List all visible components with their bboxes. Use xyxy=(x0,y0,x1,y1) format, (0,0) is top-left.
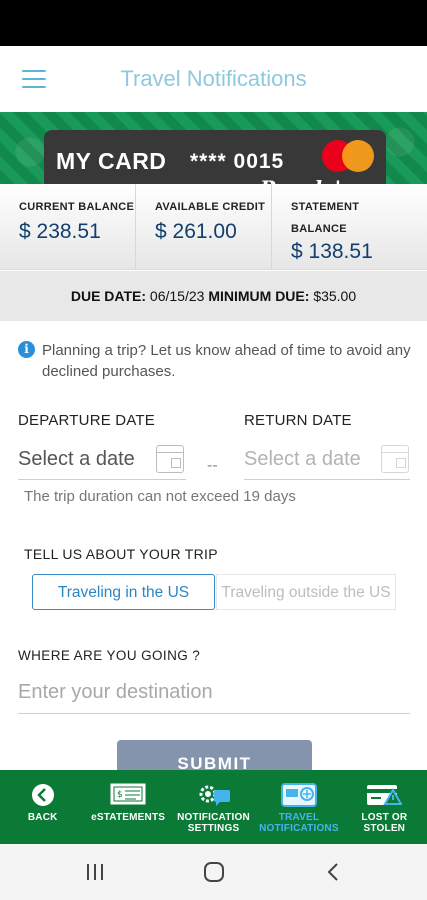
departure-calendar-icon[interactable] xyxy=(156,445,184,473)
info-text: Planning a trip? Let us know ahead of ti… xyxy=(42,342,411,380)
available-credit-label: AVAILABLE CREDIT xyxy=(155,201,266,213)
trip-type-label: TELL US ABOUT YOUR TRIP xyxy=(24,546,218,562)
nav-notification-settings-label: NOTIFICATION SETTINGS xyxy=(177,812,250,834)
nav-travel-notifications[interactable]: TRAVEL NOTIFICATIONS xyxy=(256,770,341,844)
balance-summary: CURRENT BALANCE $ 238.51 AVAILABLE CREDI… xyxy=(0,184,427,270)
nav-back-label: BACK xyxy=(27,812,58,823)
credit-card-image: MY CARD **** 0015 People's xyxy=(44,130,386,184)
back-nav-icon[interactable] xyxy=(325,862,341,882)
current-balance-label: CURRENT BALANCE xyxy=(19,201,135,213)
nav-back[interactable]: BACK xyxy=(0,770,85,844)
current-balance-value: $ 238.51 xyxy=(19,220,101,243)
statement-icon: $ xyxy=(110,783,146,805)
card-number: **** 0015 xyxy=(190,150,285,173)
info-message: i Planning a trip? Let us know ahead of … xyxy=(18,340,413,382)
minimum-due-label: MINIMUM DUE: xyxy=(208,288,310,304)
traveling-in-us-option[interactable]: Traveling in the US xyxy=(32,574,215,610)
system-navigation-bar xyxy=(0,844,427,900)
status-bar xyxy=(0,0,427,46)
destination-label: WHERE ARE YOU GOING ? xyxy=(18,648,201,663)
destination-input[interactable] xyxy=(18,672,410,714)
statement-balance-value: $ 138.51 xyxy=(291,240,373,263)
nav-lost-or-stolen-label: LOST OR STOLEN xyxy=(361,812,408,834)
nav-travel-notifications-label: TRAVEL NOTIFICATIONS xyxy=(259,812,339,834)
due-date-label: DUE DATE: xyxy=(70,288,147,304)
nav-estatements[interactable]: $ eSTATEMENTS xyxy=(85,770,170,844)
minimum-due-value: $35.00 xyxy=(313,288,357,304)
svg-text:$: $ xyxy=(117,790,123,800)
card-name: MY CARD xyxy=(56,148,167,174)
app-header: Travel Notifications xyxy=(0,46,427,112)
statement-balance: STATEMENT BALANCE $ 138.51 xyxy=(271,184,427,269)
nav-notification-settings[interactable]: NOTIFICATION SETTINGS xyxy=(171,770,256,844)
available-credit-value: $ 261.00 xyxy=(155,220,237,243)
nav-lost-or-stolen[interactable]: LOST OR STOLEN xyxy=(342,770,427,844)
nav-estatements-label: eSTATEMENTS xyxy=(91,812,166,823)
available-credit: AVAILABLE CREDIT $ 261.00 xyxy=(135,184,271,269)
return-calendar-icon[interactable] xyxy=(381,445,409,473)
mastercard-logo-icon xyxy=(322,140,374,172)
home-icon[interactable] xyxy=(203,862,225,882)
info-icon: i xyxy=(18,341,35,358)
trip-duration-note: The trip duration can not exceed 19 days xyxy=(24,488,296,505)
traveling-outside-us-option[interactable]: Traveling outside the US xyxy=(216,574,396,610)
date-separator: -- xyxy=(207,457,218,474)
card-banner: MY CARD **** 0015 People's xyxy=(0,112,427,184)
travel-icon xyxy=(280,783,317,807)
bottom-navigation: BACK $ eSTATEMENTS NOTIFICATION SETTINGS… xyxy=(0,770,427,844)
recent-apps-icon[interactable] xyxy=(84,862,106,882)
page-title: Travel Notifications xyxy=(120,66,307,91)
departure-date-label: DEPARTURE DATE xyxy=(18,412,155,429)
back-icon xyxy=(31,784,54,806)
statement-balance-label: STATEMENT BALANCE xyxy=(291,201,360,235)
due-date-value: 06/15/23 xyxy=(149,288,205,304)
due-summary: DUE DATE: 06/15/23 MINIMUM DUE: $35.00 xyxy=(0,271,427,321)
card-brand-logo: People's xyxy=(260,176,352,184)
lost-card-icon xyxy=(367,785,403,805)
current-balance: CURRENT BALANCE $ 238.51 xyxy=(0,184,135,269)
return-date-label: RETURN DATE xyxy=(244,412,352,429)
notification-settings-icon xyxy=(199,785,230,806)
